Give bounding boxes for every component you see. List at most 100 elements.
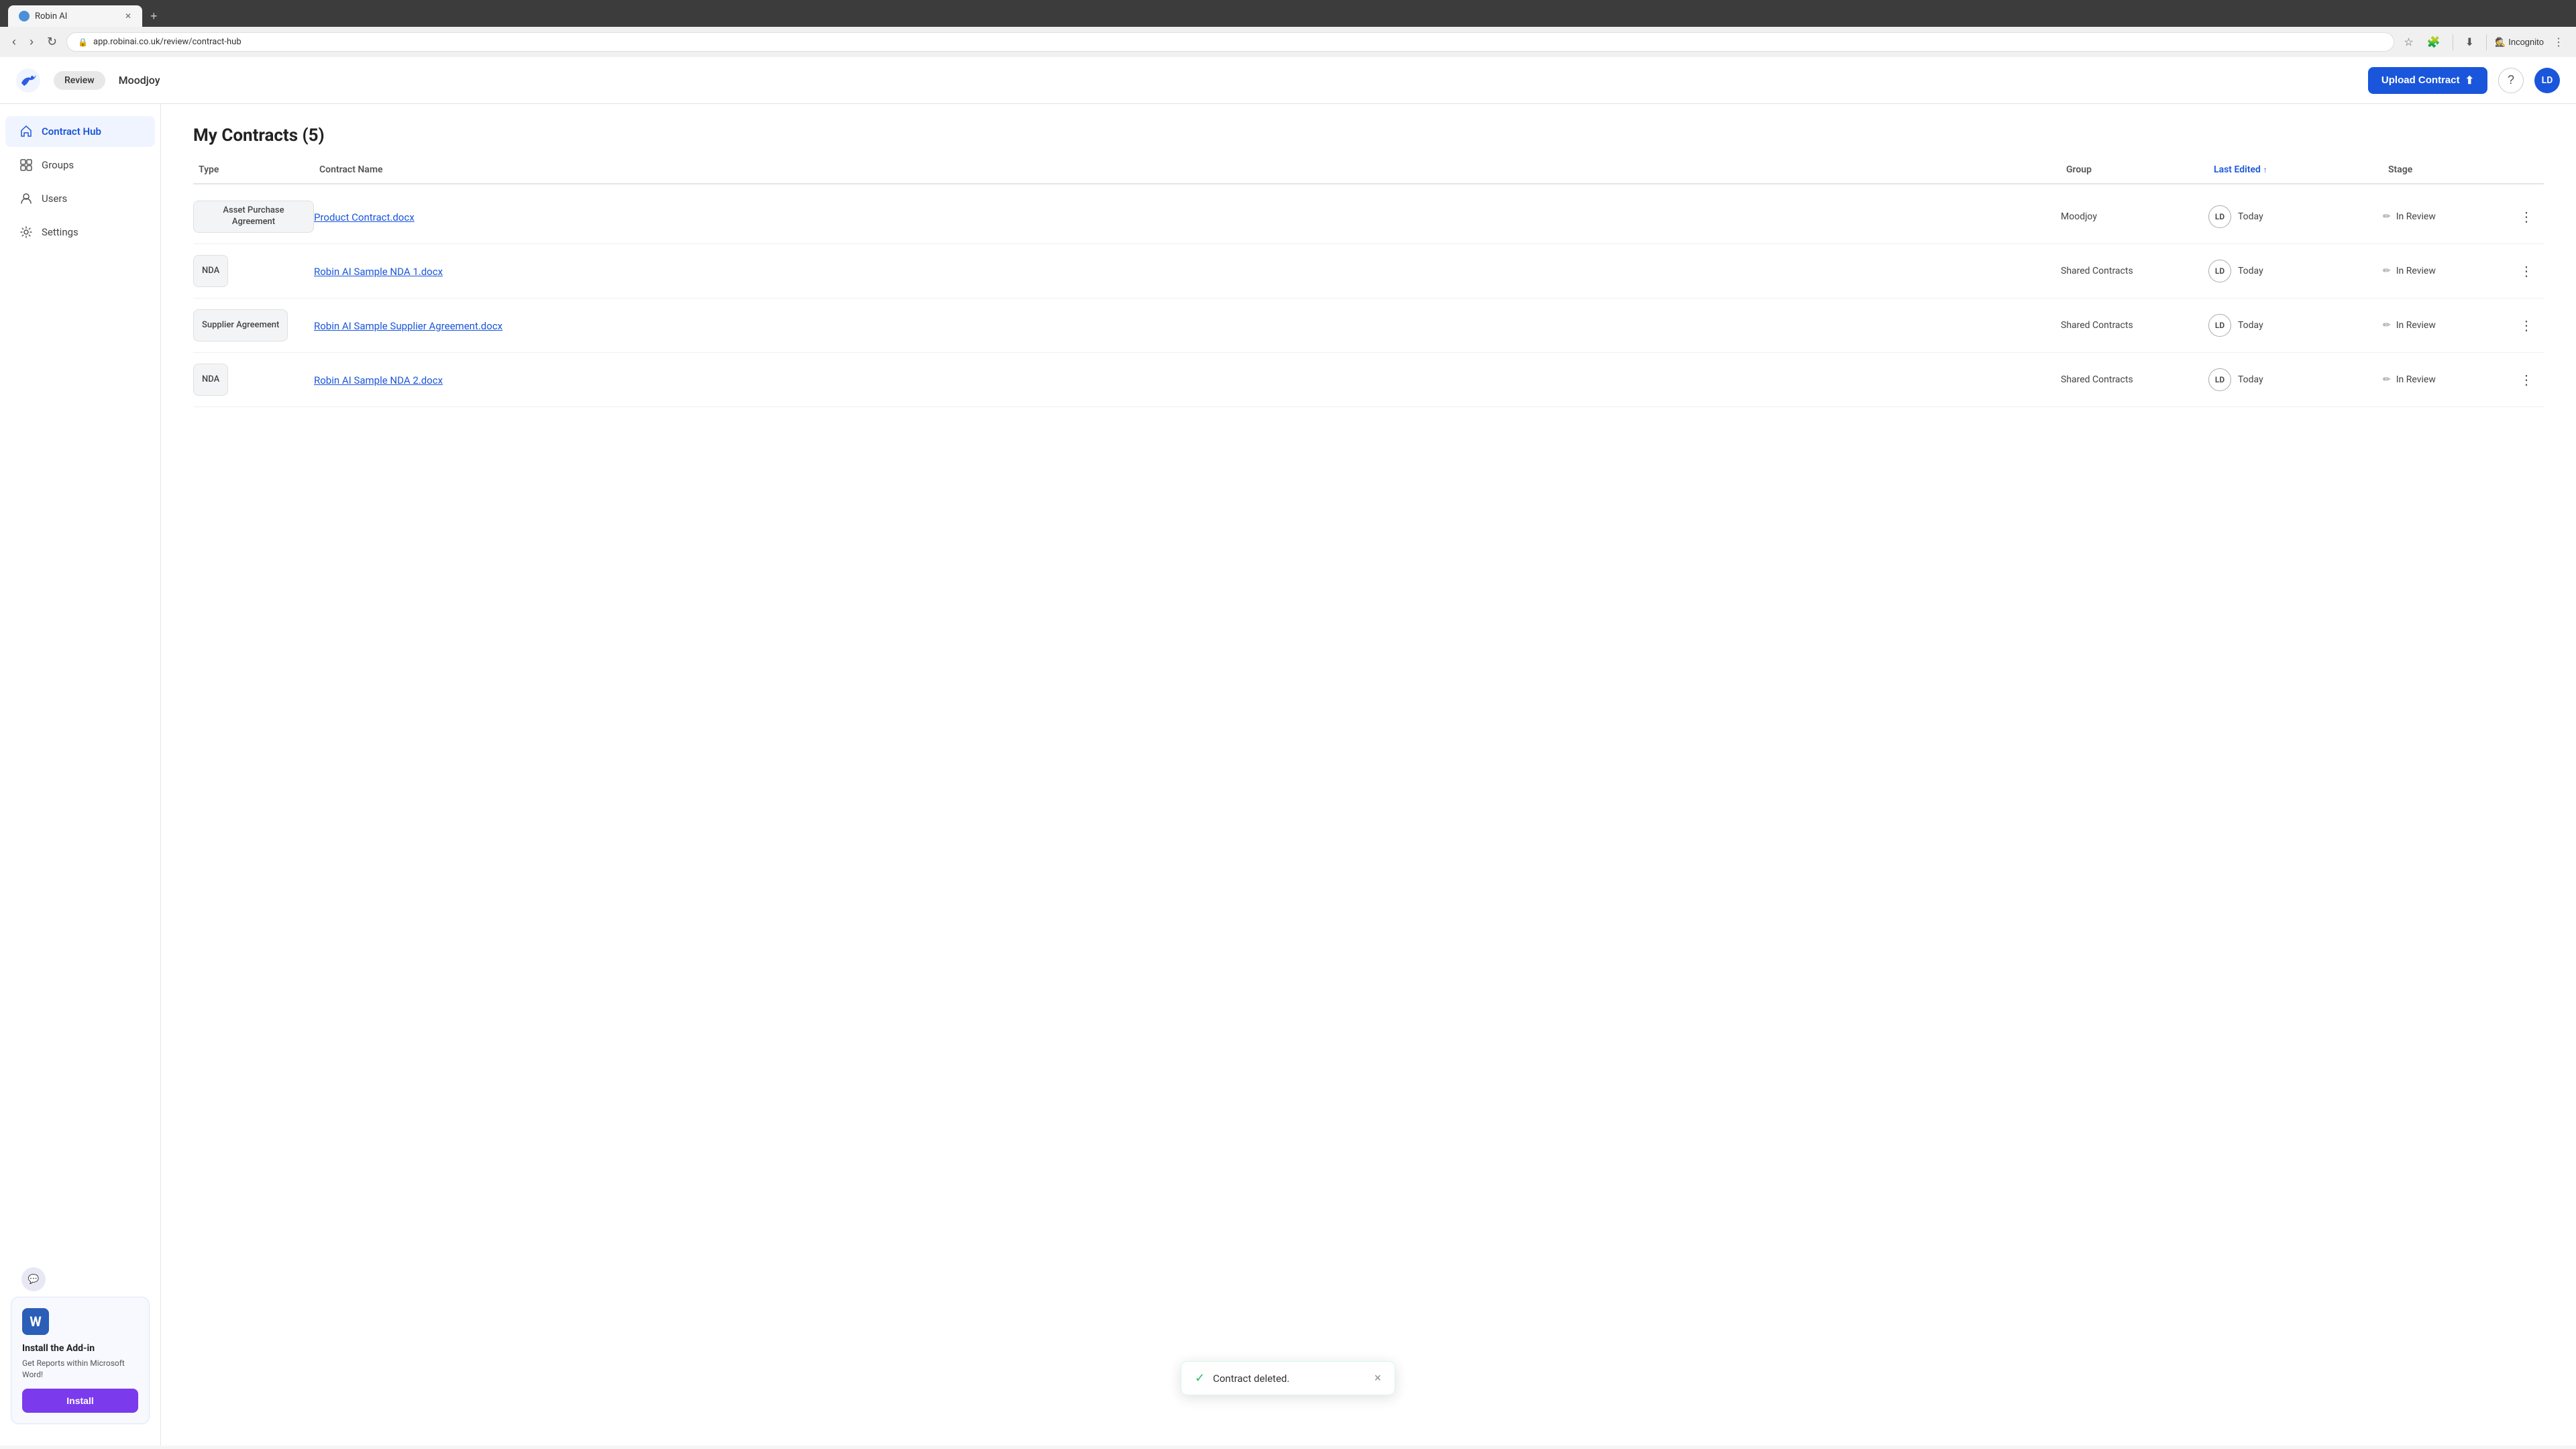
- main-layout: Contract Hub Groups: [0, 104, 2576, 1446]
- more-button-1[interactable]: ⋮: [2517, 206, 2536, 228]
- type-badge-1: Asset Purchase Agreement: [193, 201, 314, 233]
- sidebar-contract-hub-label: Contract Hub: [42, 125, 101, 138]
- reload-button[interactable]: ↻: [43, 32, 61, 52]
- browser-navigation: ‹ › ↻ 🔒 app.robinai.co.uk/review/contrac…: [0, 27, 2576, 57]
- toast-close-button[interactable]: ×: [1374, 1371, 1381, 1385]
- group-cell-3: Shared Contracts: [2061, 320, 2208, 331]
- more-button-2[interactable]: ⋮: [2517, 260, 2536, 282]
- install-addin-button[interactable]: Install: [22, 1389, 138, 1413]
- word-icon: W: [22, 1308, 49, 1335]
- contract-link-3[interactable]: Robin AI Sample Supplier Agreement.docx: [314, 320, 502, 332]
- company-name: Moodjoy: [119, 74, 160, 87]
- toast-message: Contract deleted.: [1213, 1373, 1289, 1385]
- download-button[interactable]: ⬇: [2461, 33, 2478, 52]
- last-edited-cell-3: LD Today: [2208, 314, 2383, 337]
- more-actions-4: ⋮: [2517, 369, 2544, 391]
- sidebar-item-users[interactable]: Users: [5, 183, 155, 214]
- group-cell-1: Moodjoy: [2061, 211, 2208, 222]
- sidebar: Contract Hub Groups: [0, 104, 161, 1446]
- bookmark-button[interactable]: ☆: [2400, 33, 2417, 52]
- contract-name-cell-4: Robin AI Sample NDA 2.docx: [314, 374, 2061, 386]
- user-avatar[interactable]: LD: [2534, 68, 2560, 93]
- back-button[interactable]: ‹: [8, 32, 20, 52]
- more-button-4[interactable]: ⋮: [2517, 369, 2536, 391]
- type-cell-3: Supplier Agreement: [193, 309, 314, 341]
- edit-icon-3: ✏: [2383, 320, 2391, 331]
- edit-icon-2: ✏: [2383, 266, 2391, 276]
- type-cell-2: NDA: [193, 255, 314, 287]
- users-icon: [19, 191, 34, 206]
- home-icon: [19, 124, 34, 139]
- contract-name-cell-1: Product Contract.docx: [314, 211, 2061, 223]
- stage-label-3: In Review: [2396, 320, 2436, 331]
- header-type: Type: [193, 164, 314, 175]
- toast-check-icon: ✓: [1195, 1371, 1205, 1385]
- help-button[interactable]: ?: [2498, 68, 2524, 93]
- table-row: NDA Robin AI Sample NDA 1.docx Shared Co…: [193, 244, 2544, 299]
- last-edited-cell-2: LD Today: [2208, 260, 2383, 282]
- top-nav-right: Upload Contract ⬆ ? LD: [2368, 67, 2560, 94]
- editor-avatar-2: LD: [2208, 260, 2231, 282]
- robin-logo: [16, 68, 40, 93]
- header-last-edited[interactable]: Last Edited ↑: [2208, 164, 2383, 175]
- contract-link-4[interactable]: Robin AI Sample NDA 2.docx: [314, 374, 443, 386]
- header-contract-name: Contract Name: [314, 164, 2061, 175]
- upload-contract-button[interactable]: Upload Contract ⬆: [2368, 67, 2487, 94]
- page-title: My Contracts (5): [193, 125, 2544, 146]
- extensions-button[interactable]: 🧩: [2423, 33, 2445, 52]
- last-edited-when-2: Today: [2238, 266, 2263, 276]
- incognito-label: Incognito: [2508, 37, 2544, 47]
- browser-tab-active[interactable]: Robin AI ✕: [8, 5, 142, 27]
- last-edited-when-1: Today: [2238, 211, 2263, 222]
- stage-label-2: In Review: [2396, 266, 2436, 276]
- feedback-icon: 💬: [28, 1274, 40, 1285]
- groups-icon: [19, 158, 34, 172]
- stage-cell-4: ✏ In Review: [2383, 374, 2517, 385]
- more-button-3[interactable]: ⋮: [2517, 315, 2536, 337]
- editor-avatar-4: LD: [2208, 368, 2231, 391]
- header-group: Group: [2061, 164, 2208, 175]
- address-bar[interactable]: 🔒 app.robinai.co.uk/review/contract-hub: [66, 32, 2394, 52]
- contract-name-cell-2: Robin AI Sample NDA 1.docx: [314, 265, 2061, 278]
- browser-tabs: Robin AI ✕ +: [0, 0, 2576, 27]
- forward-button[interactable]: ›: [25, 32, 38, 52]
- tab-close-button[interactable]: ✕: [125, 11, 131, 21]
- last-edited-cell-4: LD Today: [2208, 368, 2383, 391]
- lock-icon: 🔒: [78, 38, 88, 47]
- nav-divider-2: [2486, 34, 2487, 50]
- menu-button[interactable]: ⋮: [2549, 33, 2568, 52]
- last-edited-cell-1: LD Today: [2208, 205, 2383, 228]
- settings-icon: [19, 225, 34, 239]
- main-content: My Contracts (5) Type Contract Name Grou…: [161, 104, 2576, 1446]
- feedback-button[interactable]: 💬: [21, 1267, 46, 1291]
- contract-link-2[interactable]: Robin AI Sample NDA 1.docx: [314, 266, 443, 278]
- stage-label-4: In Review: [2396, 374, 2436, 385]
- sidebar-users-label: Users: [42, 193, 67, 205]
- incognito-button[interactable]: 🕵 Incognito: [2495, 37, 2544, 48]
- stage-cell-1: ✏ In Review: [2383, 211, 2517, 222]
- tab-title: Robin AI: [35, 11, 67, 21]
- contract-link-1[interactable]: Product Contract.docx: [314, 211, 415, 223]
- sidebar-item-contract-hub[interactable]: Contract Hub: [5, 116, 155, 147]
- sidebar-item-settings[interactable]: Settings: [5, 217, 155, 248]
- edit-icon-4: ✏: [2383, 374, 2391, 385]
- table-row: Asset Purchase Agreement Product Contrac…: [193, 190, 2544, 244]
- toast-notification: ✓ Contract deleted. ×: [1181, 1361, 1395, 1395]
- addin-description: Get Reports within Microsoft Word!: [22, 1358, 138, 1381]
- browser-chrome: Robin AI ✕ + ‹ › ↻ 🔒 app.robinai.co.uk/r…: [0, 0, 2576, 57]
- sort-arrow-icon: ↑: [2263, 165, 2267, 174]
- type-badge-3: Supplier Agreement: [193, 309, 288, 341]
- address-text: app.robinai.co.uk/review/contract-hub: [93, 37, 241, 47]
- app: Review Moodjoy Upload Contract ⬆ ? LD C: [0, 57, 2576, 1446]
- addin-title: Install the Add-in: [22, 1343, 138, 1354]
- editor-avatar-1: LD: [2208, 205, 2231, 228]
- sidebar-item-groups[interactable]: Groups: [5, 150, 155, 180]
- new-tab-button[interactable]: +: [145, 7, 163, 26]
- stage-label-1: In Review: [2396, 211, 2436, 222]
- review-badge: Review: [54, 71, 105, 90]
- table-header: Type Contract Name Group Last Edited ↑ S…: [193, 164, 2544, 184]
- type-cell-4: NDA: [193, 364, 314, 396]
- last-edited-when-4: Today: [2238, 374, 2263, 385]
- logo: [16, 68, 40, 93]
- table-row: NDA Robin AI Sample NDA 2.docx Shared Co…: [193, 353, 2544, 407]
